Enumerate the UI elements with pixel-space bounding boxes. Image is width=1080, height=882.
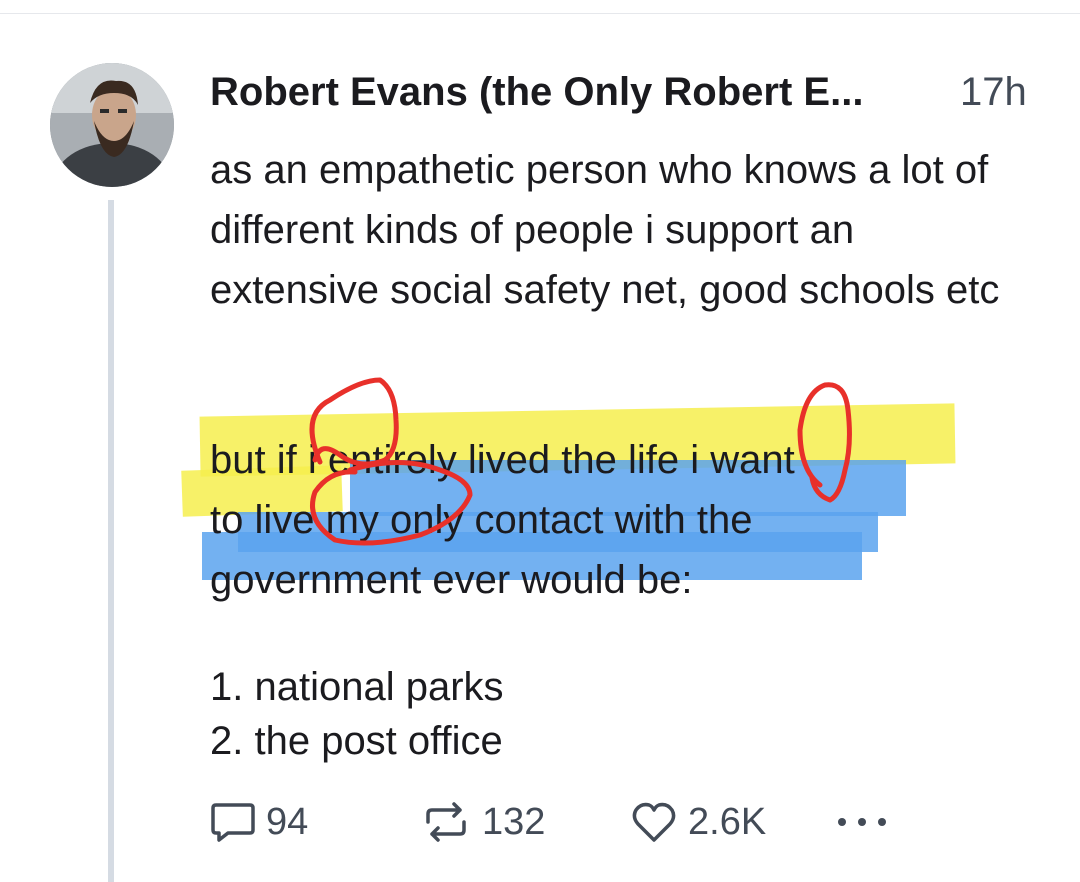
repost-count: 132 [482,800,546,843]
more-options-button[interactable] [832,800,892,844]
paragraph-2-line-2: to live my only contact with the [210,498,753,542]
like-button[interactable]: 2.6K [630,800,766,844]
reply-button[interactable]: 94 [210,800,308,844]
top-divider [0,13,1080,14]
paragraph-2-text: but if i entirely lived the life i want … [210,430,990,610]
post: Robert Evans (the Only Robert E... 17h a… [181,64,1040,763]
action-bar: 94 132 2.6K [210,800,970,846]
like-count: 2.6K [688,800,767,843]
list-item: 2. the post office [210,719,503,763]
comment-icon [210,800,256,844]
post-paragraph-1: as an empathetic person who knows a lot … [210,148,1000,312]
more-icon [832,800,892,844]
list-item: 1. national parks [210,665,504,709]
avatar[interactable] [50,63,174,187]
reply-count: 94 [266,800,309,843]
post-body: as an empathetic person who knows a lot … [181,140,1020,763]
heart-icon [630,800,678,844]
timestamp[interactable]: 17h [960,70,1027,115]
paragraph-2-line-3: government ever would be: [210,558,693,602]
post-paragraph-2: but if i entirely lived the life i want … [181,403,990,610]
author-name[interactable]: Robert Evans (the Only Robert E... [210,70,863,115]
thread-line [108,200,114,882]
post-list: 1. national parks 2. the post office [210,660,504,768]
paragraph-2-line-1: but if i entirely lived the life i want [210,438,795,482]
avatar-image [50,63,174,187]
repost-icon [420,800,472,844]
repost-button[interactable]: 132 [420,800,545,844]
post-header: Robert Evans (the Only Robert E... 17h [210,64,1040,122]
